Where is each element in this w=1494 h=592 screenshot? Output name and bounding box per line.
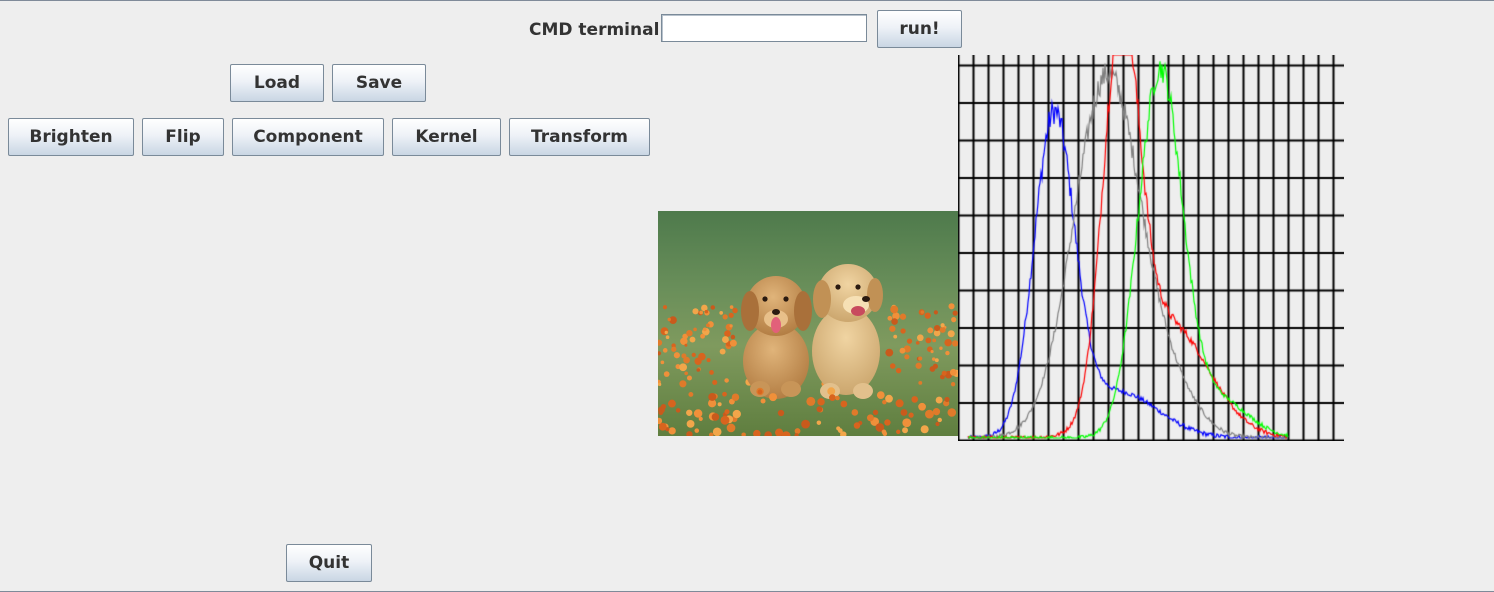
cmd-terminal-label: CMD terminal: — [529, 20, 667, 40]
quit-button[interactable]: Quit — [286, 544, 372, 582]
load-button[interactable]: Load — [230, 64, 324, 102]
color-histogram — [958, 55, 1344, 441]
run-button[interactable]: run! — [877, 10, 962, 48]
flip-button[interactable]: Flip — [142, 118, 224, 156]
transform-button[interactable]: Transform — [509, 118, 650, 156]
brighten-button[interactable]: Brighten — [8, 118, 134, 156]
cmd-terminal-input[interactable] — [661, 14, 867, 42]
component-button[interactable]: Component — [232, 118, 384, 156]
save-button[interactable]: Save — [332, 64, 426, 102]
loaded-image — [658, 211, 958, 436]
kernel-button[interactable]: Kernel — [392, 118, 501, 156]
